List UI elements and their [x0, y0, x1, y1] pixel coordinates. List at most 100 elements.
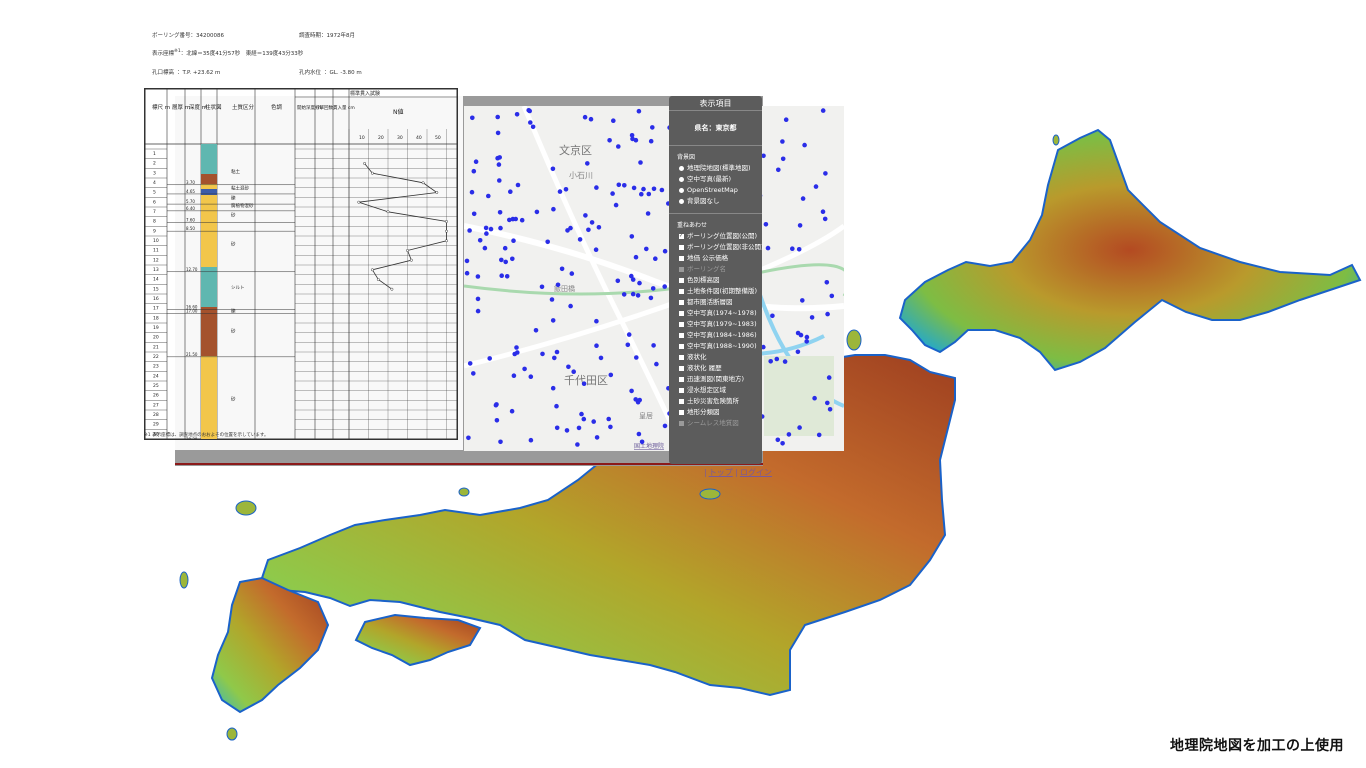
- overlay-option[interactable]: 土砂災害危険箇所: [669, 396, 762, 407]
- survey-period: 調査時期：1972年8月: [299, 33, 356, 39]
- boring-point: [504, 274, 510, 279]
- boring-point: [625, 342, 631, 348]
- boring-point: [820, 209, 826, 214]
- boring-point: [635, 293, 641, 298]
- overlay-option[interactable]: 都市圏活断層図: [669, 297, 762, 308]
- background-option[interactable]: OpenStreetMap: [669, 185, 762, 196]
- boring-point: [776, 167, 781, 173]
- soil-label: 粘土混砂: [231, 185, 249, 192]
- checkbox-icon[interactable]: [679, 409, 684, 415]
- overlay-option[interactable]: 地価 公示価格: [669, 253, 762, 264]
- boring-point: [522, 366, 527, 372]
- soil-layer-band: [201, 144, 217, 174]
- display-items-panel: 表示項目 県名：東京都 背景図 地理院地図(標準地図) 空中写真(最新) Ope…: [669, 96, 764, 464]
- depth-tick: 23: [153, 364, 159, 370]
- depth-tick: 29: [153, 422, 159, 428]
- boring-point: [826, 375, 832, 380]
- boring-point: [763, 222, 769, 227]
- checkbox-icon[interactable]: [679, 288, 684, 294]
- checkbox-icon[interactable]: [679, 299, 684, 305]
- boring-point: [555, 282, 561, 288]
- login-link[interactable]: ログイン: [740, 468, 772, 477]
- checkbox-icon[interactable]: [679, 321, 684, 327]
- checkbox-icon[interactable]: [679, 365, 684, 371]
- background-option[interactable]: 地理院地図(標準地図): [669, 163, 762, 174]
- boring-point: [471, 211, 477, 217]
- overlay-option[interactable]: ボーリング位置図(非公開): [669, 242, 764, 253]
- depth-tick: 18: [153, 315, 159, 321]
- soil-label: 砂: [231, 212, 236, 219]
- radio-icon[interactable]: [679, 165, 684, 171]
- checkbox-icon[interactable]: [679, 398, 684, 404]
- top-link[interactable]: トップ: [709, 468, 733, 477]
- overlay-option[interactable]: 液状化 履歴: [669, 363, 762, 374]
- boring-point: [645, 211, 651, 216]
- boring-point: [487, 356, 492, 361]
- overlay-option[interactable]: 色別標高図: [669, 275, 762, 286]
- overlay-option[interactable]: 空中写真(1974~1978): [669, 308, 762, 319]
- boring-point: [633, 254, 639, 260]
- boring-point: [824, 280, 830, 285]
- background-option[interactable]: 背景図なし: [669, 196, 762, 207]
- boring-point: [782, 359, 788, 364]
- depth-tick: 10: [153, 238, 159, 244]
- spt-subheader: 打撃回数: [315, 104, 333, 111]
- soil-label: 礫: [231, 194, 236, 201]
- boring-point: [621, 292, 627, 297]
- boring-point: [591, 419, 596, 424]
- panel-title: 表示項目: [669, 96, 762, 111]
- overlay-option[interactable]: 土地条件図(初期整備版): [669, 286, 762, 297]
- overlay-option[interactable]: 液状化: [669, 352, 762, 363]
- checkbox-icon[interactable]: [679, 266, 684, 272]
- depth-tick: 21: [153, 344, 159, 350]
- overlay-option[interactable]: シームレス地質図: [669, 418, 762, 429]
- layer-depth: 3.70: [186, 180, 195, 185]
- n-axis-tick: 20: [378, 135, 384, 141]
- boring-point: [768, 359, 773, 364]
- radio-icon[interactable]: [679, 198, 684, 204]
- n-value-point: [445, 229, 448, 233]
- overlay-option[interactable]: 浸水想定区域: [669, 385, 762, 396]
- boring-point: [498, 439, 503, 445]
- boring-point: [641, 186, 646, 192]
- boring-point: [554, 425, 560, 431]
- overlay-option[interactable]: 地形分類図: [669, 407, 762, 418]
- column-header: 色調: [271, 103, 283, 111]
- checkbox-icon[interactable]: [679, 277, 684, 283]
- overlay-option[interactable]: 空中写真(1988~1990): [669, 341, 762, 352]
- checked-checkbox-icon[interactable]: ✓: [679, 233, 684, 239]
- background-option[interactable]: 空中写真(最新): [669, 174, 762, 185]
- boring-point: [593, 247, 599, 252]
- boring-point: [484, 231, 489, 236]
- map-attribution[interactable]: 国土地理院: [634, 442, 664, 450]
- radio-icon[interactable]: [679, 176, 684, 182]
- checkbox-icon[interactable]: [679, 255, 684, 261]
- boring-point: [467, 361, 473, 366]
- boring-point: [509, 408, 515, 414]
- boring-point: [598, 355, 604, 361]
- boring-point: [607, 138, 612, 143]
- overlay-option[interactable]: ✓ ボーリング位置図(公開): [669, 231, 762, 242]
- boring-point: [813, 184, 819, 189]
- overlay-option[interactable]: 空中写真(1984~1986): [669, 330, 762, 341]
- boring-point: [829, 293, 835, 299]
- checkbox-icon[interactable]: [679, 310, 684, 316]
- soil-layer-band: [201, 311, 217, 356]
- depth-tick: 27: [153, 402, 159, 408]
- checkbox-icon[interactable]: [679, 332, 684, 338]
- checkbox-icon[interactable]: [679, 244, 684, 250]
- overlay-option[interactable]: 迅速測図(関東地方): [669, 374, 762, 385]
- checkbox-icon[interactable]: [679, 354, 684, 360]
- layer-depth: 6.40: [186, 206, 195, 211]
- checkbox-icon[interactable]: [679, 376, 684, 382]
- n-axis-tick: 10: [359, 135, 365, 141]
- overlay-option[interactable]: 空中写真(1979~1983): [669, 319, 762, 330]
- checkbox-icon[interactable]: [679, 387, 684, 393]
- checkbox-icon[interactable]: [679, 343, 684, 349]
- boring-point: [534, 209, 540, 215]
- street-map-view[interactable]: 文京区 小石川 飯田橋 千代田区 皇居 国土地理院: [464, 106, 844, 451]
- borehole-water-level: 孔内水位 ：GL. -3.80 m: [299, 70, 362, 76]
- overlay-option[interactable]: ボーリング名: [669, 264, 762, 275]
- radio-icon[interactable]: [679, 187, 684, 193]
- checkbox-icon[interactable]: [679, 420, 684, 426]
